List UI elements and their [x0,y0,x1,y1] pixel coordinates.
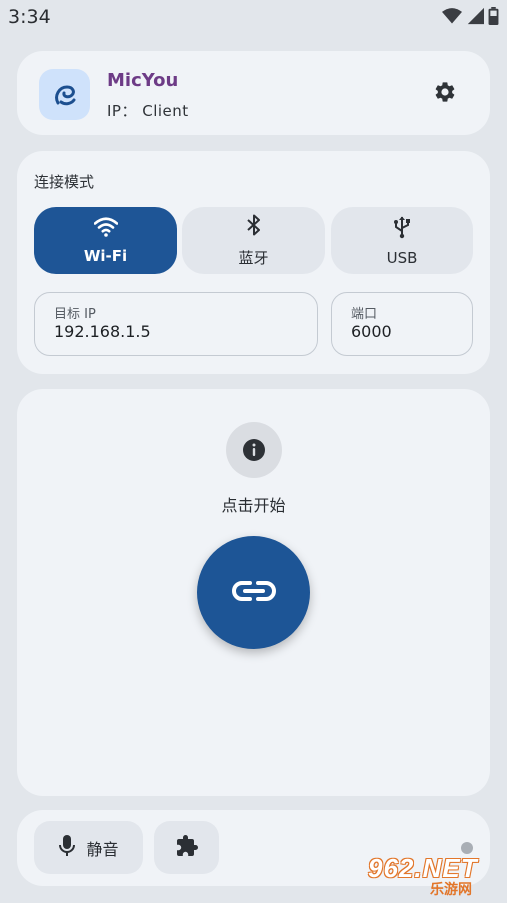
header-card: MicYou IP： Client [17,51,490,135]
app-logo-icon [39,69,90,120]
signal-icon [466,7,484,29]
target-ip-label: 目标 IP [54,307,96,322]
gear-icon [433,80,457,108]
wifi-status-icon [442,7,462,29]
connect-button[interactable] [197,536,310,649]
mic-icon [58,834,76,862]
app-ip-label: IP： Client [107,102,189,120]
mute-button[interactable]: 静音 [34,821,143,874]
port-label: 端口 [351,307,378,322]
status-bar: 3:34 [0,0,507,36]
wifi-icon [93,216,118,241]
start-hint: 点击开始 [221,496,286,515]
status-time: 3:34 [8,6,51,28]
port-field[interactable]: 端口 6000 [331,292,473,356]
target-ip-value[interactable]: 192.168.1.5 [54,322,151,341]
battery-icon [488,7,499,29]
watermark-sub: 乐游网 [430,882,472,898]
mute-label: 静音 [86,839,119,859]
target-ip-field[interactable]: 目标 IP 192.168.1.5 [34,292,318,356]
plugin-button[interactable] [154,821,219,874]
mode-usb-button[interactable]: USB [331,207,473,274]
connection-mode-card: 连接模式 Wi-Fi 蓝牙 USB 目标 IP 192.168.1.5 端口 6… [17,151,490,374]
main-card: 点击开始 [17,389,490,796]
watermark-logo: 962.NET 乐游网 [368,853,502,899]
mode-wifi-label: Wi-Fi [83,246,128,265]
connection-mode-title: 连接模式 [34,173,95,191]
app-name: MicYou [107,70,179,91]
info-icon [226,422,282,478]
mode-bluetooth-label: 蓝牙 [238,249,269,267]
link-icon [231,579,277,607]
mode-wifi-button[interactable]: Wi-Fi [34,207,177,274]
puzzle-icon [175,834,199,862]
settings-button[interactable] [430,79,460,109]
mode-usb-label: USB [386,248,418,267]
status-icons [442,7,499,29]
usb-icon [392,215,412,243]
port-value[interactable]: 6000 [351,322,392,341]
mode-bluetooth-button[interactable]: 蓝牙 [182,207,325,274]
bluetooth-icon [246,213,262,241]
